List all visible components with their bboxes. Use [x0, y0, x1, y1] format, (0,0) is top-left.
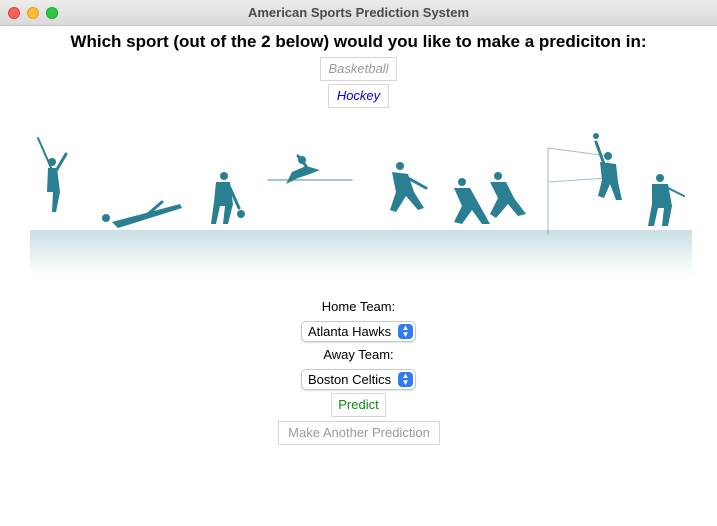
make-another-prediction-button[interactable]: Make Another Prediction: [278, 421, 440, 445]
window-title: American Sports Prediction System: [247, 5, 470, 20]
basketball-player-silhouette: [211, 172, 245, 224]
sport-question-heading: Which sport (out of the 2 below) would y…: [70, 32, 647, 51]
volleyball-player-silhouette: [547, 133, 622, 235]
golfer-silhouette: [37, 137, 68, 212]
silhouette-reflection: [30, 230, 692, 276]
away-team-value: Boston Celtics: [308, 372, 392, 387]
home-team-select[interactable]: Atlanta Hawks ▲ ▼: [301, 321, 416, 342]
predict-button[interactable]: Predict: [331, 393, 386, 417]
home-team-label: Home Team:: [321, 299, 396, 314]
home-team-value: Atlanta Hawks: [308, 324, 392, 339]
sports-silhouettes-banner: [30, 133, 692, 276]
up-down-chevron-icon: ▲ ▼: [398, 372, 413, 387]
up-down-chevron-icon: ▲ ▼: [398, 324, 413, 339]
runner-silhouette: [390, 162, 428, 212]
app-window: American Sports Prediction System Which …: [0, 0, 717, 526]
hockey-player-silhouette: [648, 174, 685, 226]
sprinters-silhouette: [454, 172, 526, 224]
away-team-label: Away Team:: [323, 347, 394, 362]
title-bar: American Sports Prediction System: [0, 0, 717, 26]
away-team-select[interactable]: Boston Celtics ▲ ▼: [301, 369, 416, 390]
swimmer-silhouette: [102, 200, 182, 228]
hockey-button[interactable]: Hockey: [328, 84, 389, 108]
basketball-button[interactable]: Basketball: [320, 57, 397, 81]
high-jumper-silhouette: [267, 154, 353, 184]
